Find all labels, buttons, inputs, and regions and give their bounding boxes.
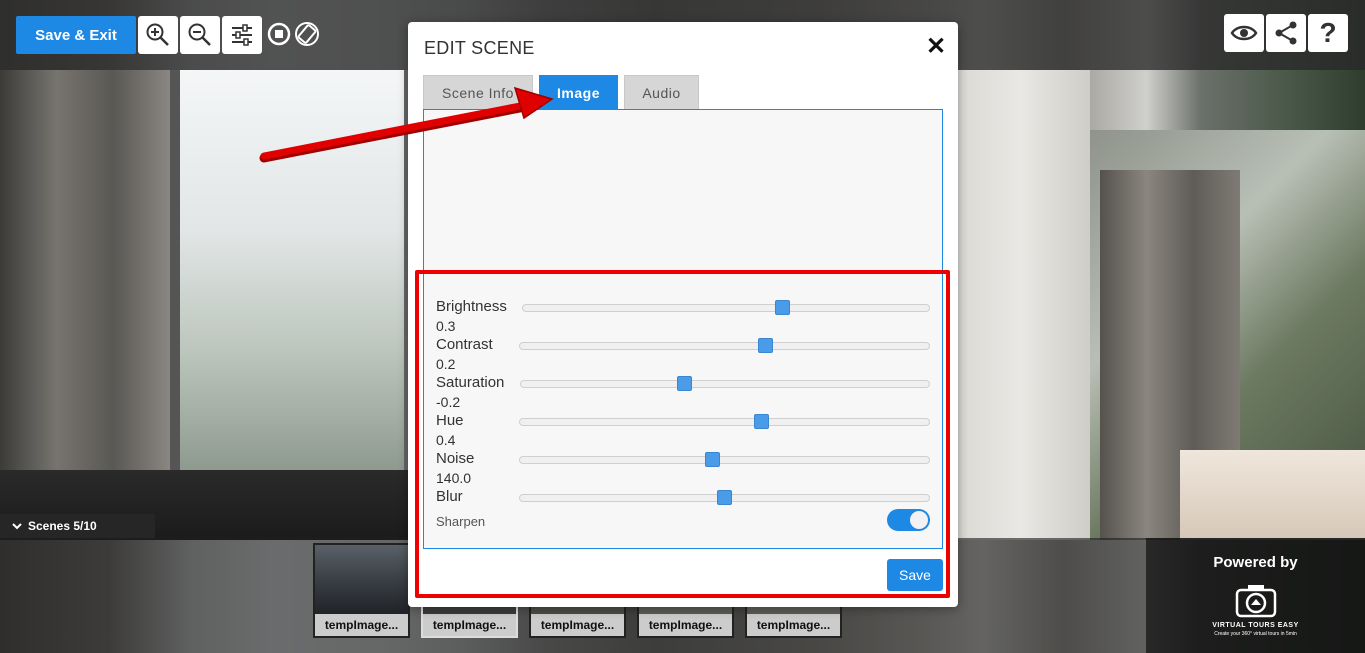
tab-scene-info[interactable]: Scene Info: [423, 75, 533, 110]
close-button[interactable]: ✕: [924, 32, 948, 60]
zoom-in-button[interactable]: [138, 16, 178, 54]
sofa: [1180, 450, 1365, 540]
zoom-out-button[interactable]: [180, 16, 220, 54]
scene-thumbnail-caption: tempImage...: [639, 614, 732, 636]
help-button[interactable]: ?: [1308, 14, 1348, 52]
chevron-down-icon: [12, 523, 22, 530]
scene-thumbnail[interactable]: tempImage...: [313, 543, 410, 638]
rotate-button[interactable]: [292, 19, 322, 49]
sliders-icon: [232, 24, 252, 46]
zoom-in-icon: [146, 23, 169, 46]
dialog-title: EDIT SCENE: [424, 38, 535, 58]
tab-image[interactable]: Image: [539, 75, 618, 110]
save-exit-button[interactable]: Save & Exit: [16, 16, 136, 54]
wall-right: [950, 70, 1090, 540]
adjustments-button[interactable]: [222, 16, 262, 54]
brand-tagline: Create your 360° virtual tours in 5min: [1214, 631, 1297, 637]
share-icon: [1275, 21, 1297, 45]
scene-thumbnail-image: [315, 545, 408, 615]
scene-thumbnail-caption: tempImage...: [423, 614, 516, 636]
close-icon: ✕: [925, 32, 947, 60]
powered-by-panel[interactable]: Powered by VIRTUAL TOURS EASY Create you…: [1146, 538, 1365, 653]
scenes-toggle[interactable]: Scenes 5/10: [0, 514, 155, 538]
camera-logo-icon: [1235, 585, 1277, 618]
rotate-icon: [295, 22, 319, 46]
zoom-out-icon: [188, 23, 211, 46]
image-preview: [424, 110, 942, 285]
scenes-toggle-label: Scenes 5/10: [28, 519, 97, 533]
scene-thumbnail-caption: tempImage...: [531, 614, 624, 636]
eye-icon: [1230, 25, 1258, 41]
highlight-box: [415, 270, 950, 598]
window-left: [170, 70, 410, 470]
stop-icon: [267, 22, 291, 46]
brand-name: VIRTUAL TOURS EASY: [1212, 622, 1299, 629]
powered-by-label: Powered by: [1213, 554, 1298, 571]
help-icon: ?: [1319, 17, 1337, 48]
tab-audio[interactable]: Audio: [624, 75, 699, 110]
preview-button[interactable]: [1224, 14, 1264, 52]
stop-button[interactable]: [264, 19, 294, 49]
scene-thumbnail-caption: tempImage...: [315, 614, 408, 636]
curtain-left: [0, 70, 170, 530]
scene-thumbnail-caption: tempImage...: [747, 614, 840, 636]
share-button[interactable]: [1266, 14, 1306, 52]
